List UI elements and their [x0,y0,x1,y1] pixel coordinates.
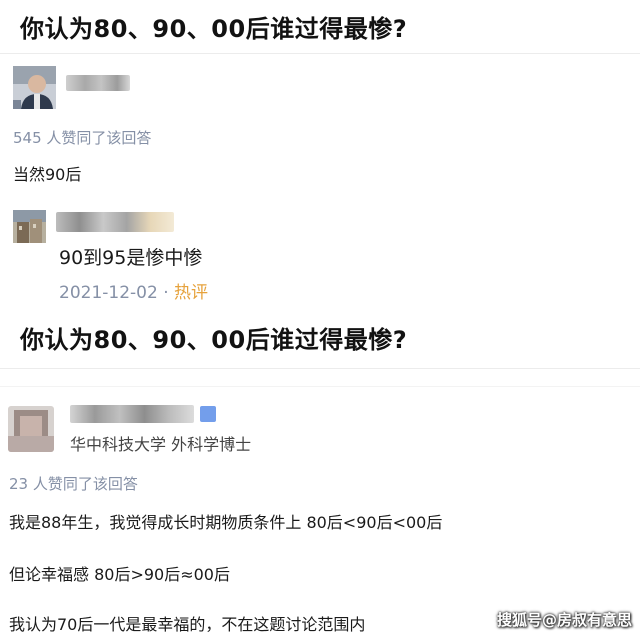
approval-count: 23 人赞同了该回答 [9,475,138,493]
question-title[interactable]: 你认为80、90、00后谁过得最惨? [20,9,407,44]
divider [0,386,640,387]
bottom-answer-panel: 你认为80、90、00后谁过得最惨? 华中科技大学 外科学博士 23 人赞同了该… [0,310,640,639]
answer-paragraph: 我是88年生，我觉得成长时期物质条件上 80后<90后<00后 [9,513,443,532]
comment-meta: 2021-12-02 · 热评 [59,278,208,303]
comment-separator: · [163,283,169,303]
answer-paragraph: 但论幸福感 80后>90后≈00后 [9,565,230,584]
comment-date: 2021-12-02 [59,283,158,303]
author-avatar-icon[interactable] [13,66,56,109]
author-avatar-icon[interactable] [8,406,54,452]
top-answer-panel: 你认为80、90、00后谁过得最惨? 545 人赞同了该回答 当然90后 90到… [0,0,640,310]
approval-count: 545 人赞同了该回答 [13,129,152,147]
divider [0,53,640,54]
verified-badge-icon [200,406,216,422]
question-title[interactable]: 你认为80、90、00后谁过得最惨? [20,320,407,355]
commenter-name-blurred[interactable] [56,212,174,232]
hot-comment-badge[interactable]: 热评 [174,283,208,303]
divider [0,368,640,369]
answer-content: 当然90后 [13,165,82,184]
commenter-avatar-icon[interactable] [13,210,46,243]
watermark: 搜狐号@房叔有意思 [496,611,632,629]
answer-paragraph: 我认为70后一代是最幸福的，不在这题讨论范围内 [9,615,366,634]
author-headline: 华中科技大学 外科学博士 [70,435,252,454]
author-name-blurred[interactable] [66,75,130,91]
author-name-blurred[interactable] [70,405,194,423]
comment-text: 90到95是惨中惨 [59,247,203,269]
